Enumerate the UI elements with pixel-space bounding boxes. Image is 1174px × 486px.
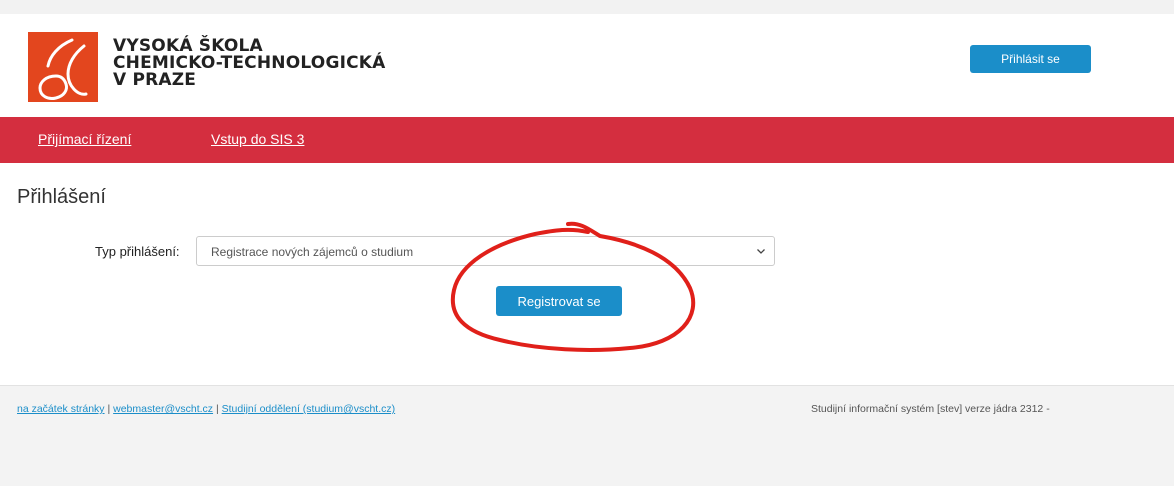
register-button[interactable]: Registrovat se (496, 286, 622, 316)
school-name-line-3: V PRAZE (113, 70, 197, 90)
login-type-selected-value: Registrace nových zájemců o studium (211, 245, 414, 259)
login-type-label: Typ přihlášení: (95, 244, 180, 259)
school-name[interactable]: VYSOKÁ ŠKOLA CHEMICKO-TECHNOLOGICKÁ V PR… (113, 38, 386, 89)
footer-webmaster-link[interactable]: webmaster@vscht.cz (113, 403, 213, 415)
flame-drop-icon (38, 38, 88, 100)
site-footer: na začátek stránky | webmaster@vscht.cz … (0, 385, 1174, 486)
page-title: Přihlášení (17, 186, 106, 208)
footer-top-link[interactable]: na začátek stránky (17, 403, 105, 415)
footer-separator: | (107, 403, 111, 415)
chevron-down-icon (757, 249, 765, 254)
footer-links: na začátek stránky | webmaster@vscht.cz … (17, 403, 395, 415)
footer-study-office-link[interactable]: Studijní oddělení (studium@vscht.cz) (222, 403, 396, 415)
system-info: Studijní informační systém [stev] verze … (811, 403, 1050, 415)
site-header: VYSOKÁ ŠKOLA CHEMICKO-TECHNOLOGICKÁ V PR… (0, 14, 1174, 117)
nav-admissions-link[interactable]: Přijímací řízení (38, 131, 131, 147)
login-type-select[interactable]: Registrace nových zájemců o studium (196, 236, 775, 266)
footer-separator: | (215, 403, 219, 415)
top-strip (0, 0, 1174, 14)
main-navigation: Přijímací řízení Vstup do SIS 3 (0, 117, 1174, 163)
nav-sis3-link[interactable]: Vstup do SIS 3 (211, 131, 304, 147)
school-logo[interactable] (28, 32, 98, 102)
login-button[interactable]: Přihlásit se (970, 45, 1091, 73)
